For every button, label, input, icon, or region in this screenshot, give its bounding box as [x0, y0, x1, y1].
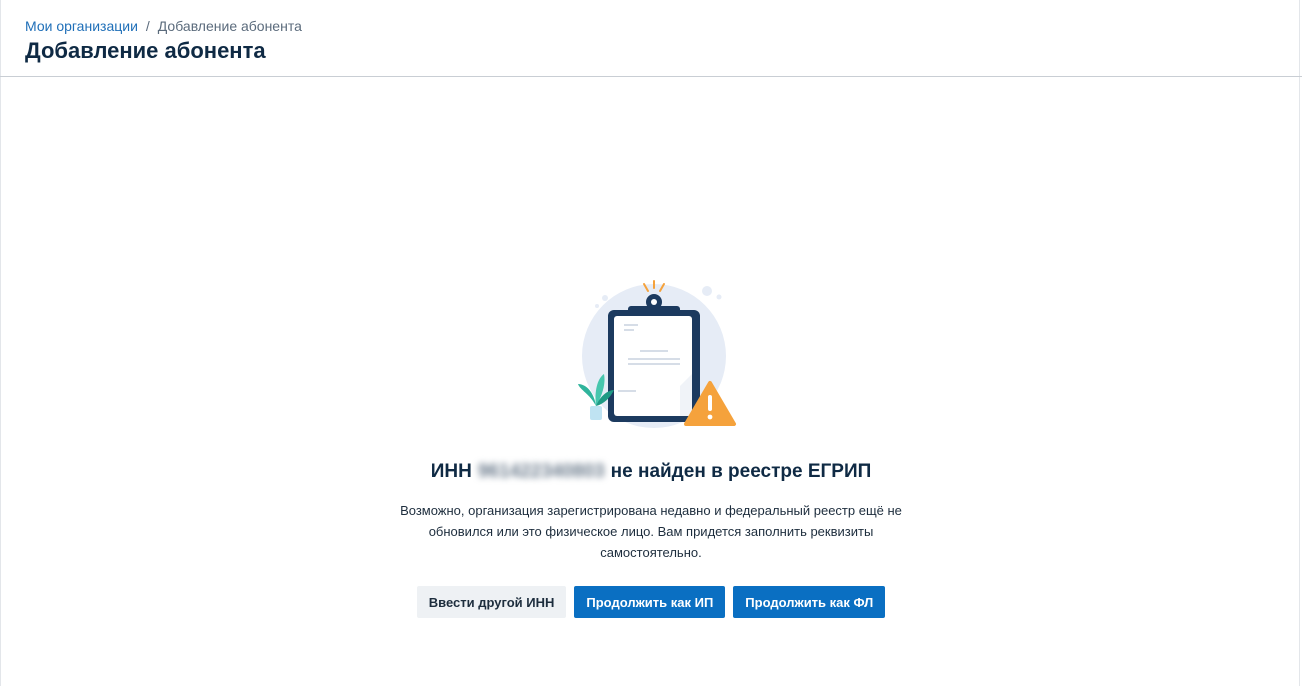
result-heading-suffix: не найден в реестре ЕГРИП — [610, 461, 872, 482]
page-title: Добавление абонента — [25, 38, 266, 63]
breadcrumb-current: Добавление абонента — [157, 18, 302, 34]
breadcrumb: Мои организации / Добавление абонента — [25, 17, 302, 35]
inn-value: 961422340803 — [477, 461, 605, 482]
breadcrumb-link-my-organizations[interactable]: Мои организации — [25, 18, 138, 34]
enter-other-inn-button[interactable]: Ввести другой ИНН — [416, 586, 567, 618]
result-heading: ИНН 961422340803 не найден в реестре ЕГРИП — [0, 460, 1302, 484]
breadcrumb-separator: / — [145, 18, 150, 34]
continue-as-fl-button[interactable]: Продолжить как ФЛ — [733, 586, 886, 618]
page-header: Мои организации / Добавление абонента Доба… — [0, 0, 1302, 77]
actions-bar: Ввести другой ИНН Продолжить как ИП Прод… — [0, 586, 1302, 618]
not-found-illustration — [570, 278, 740, 433]
result-description: Возможно, организация зарегистрирована н… — [400, 503, 902, 560]
continue-as-ip-button[interactable]: Продолжить как ИП — [574, 586, 726, 618]
result-heading-prefix: ИНН — [430, 461, 472, 482]
